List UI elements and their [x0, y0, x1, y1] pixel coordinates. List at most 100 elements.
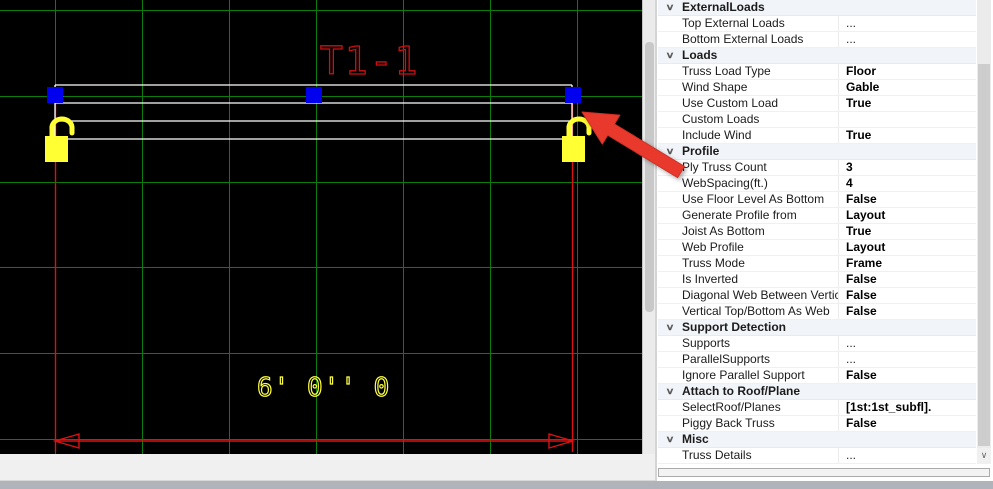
property-row[interactable]: Truss Mode Frame: [658, 256, 976, 272]
row-gutter: [653, 400, 687, 415]
property-value[interactable]: Layout: [838, 208, 976, 223]
property-value[interactable]: True: [838, 96, 976, 111]
property-value[interactable]: False: [838, 416, 976, 431]
category-row[interactable]: ∨ Profile: [658, 144, 976, 160]
lock-icon-right[interactable]: [562, 116, 592, 162]
property-row[interactable]: Supports...: [658, 336, 976, 352]
selection-handle-right[interactable]: [565, 87, 581, 103]
chevron-down-icon[interactable]: ∨: [653, 432, 687, 447]
property-name: Include Wind: [682, 128, 752, 142]
chevron-down-icon[interactable]: ∨: [653, 144, 687, 159]
property-row[interactable]: Custom Loads: [658, 112, 976, 128]
category-row[interactable]: ∨ Attach to Roof/Plane: [658, 384, 976, 400]
property-value[interactable]: Layout: [838, 240, 976, 255]
row-gutter: [653, 32, 687, 47]
panel-scrollbar[interactable]: ∨: [977, 0, 991, 464]
property-value[interactable]: ...: [838, 352, 976, 367]
property-name: Web Profile: [682, 240, 744, 254]
property-value[interactable]: ...: [838, 16, 976, 31]
property-name: Bottom External Loads: [682, 32, 804, 46]
property-row[interactable]: Top External Loads...: [658, 16, 976, 32]
property-row[interactable]: Bottom External Loads...: [658, 32, 976, 48]
property-value[interactable]: [1st:1st_subfl].: [838, 400, 976, 415]
panel-horizontal-scrollbar[interactable]: [658, 468, 990, 477]
property-name: Joist As Bottom: [682, 224, 765, 238]
cad-canvas[interactable]: T1-1 6' 0'' 0: [0, 0, 642, 454]
category-row[interactable]: ∨ ExternalLoads: [658, 0, 976, 16]
property-row[interactable]: Web Profile Layout: [658, 240, 976, 256]
property-grid-panel: ∨ ExternalLoads Top External Loads... Botto…: [655, 0, 993, 481]
property-row[interactable]: WebSpacing(ft.) 4: [658, 176, 976, 192]
property-name: Supports: [682, 336, 731, 350]
property-name: Generate Profile from: [682, 208, 797, 222]
property-row[interactable]: Diagonal Web Between Vertical False: [658, 288, 976, 304]
property-value[interactable]: True: [838, 224, 976, 239]
property-name: Truss Mode: [682, 256, 745, 270]
property-row[interactable]: Truss Details...: [658, 448, 976, 464]
row-gutter: [653, 256, 687, 271]
chevron-down-icon: ∨: [980, 450, 988, 460]
row-gutter: [653, 288, 687, 303]
category-name: Misc: [682, 432, 709, 446]
row-gutter: [653, 128, 687, 143]
property-value[interactable]: ...: [838, 336, 976, 351]
chevron-down-icon[interactable]: ∨: [653, 384, 687, 399]
selection-handle-left[interactable]: [47, 87, 63, 103]
row-gutter: [653, 80, 687, 95]
row-gutter: [653, 208, 687, 223]
property-row[interactable]: Wind Shape Gable: [658, 80, 976, 96]
category-row[interactable]: ∨ Support Detection: [658, 320, 976, 336]
property-value[interactable]: False: [838, 192, 976, 207]
property-value[interactable]: Frame: [838, 256, 976, 271]
category-name: Attach to Roof/Plane: [682, 384, 801, 398]
window-bottom-strip: [0, 481, 993, 489]
row-gutter: [653, 96, 687, 111]
property-row[interactable]: ParallelSupports...: [658, 352, 976, 368]
property-value[interactable]: False: [838, 288, 976, 303]
property-value[interactable]: False: [838, 368, 976, 383]
property-value[interactable]: 4: [838, 176, 976, 191]
selection-handles: [47, 87, 581, 103]
property-row[interactable]: Ply Truss Count 3: [658, 160, 976, 176]
panel-scrollbar-thumb[interactable]: [978, 64, 990, 446]
property-value[interactable]: True: [838, 128, 976, 143]
truss-label: T1-1: [320, 39, 420, 83]
property-row[interactable]: Include Wind True: [658, 128, 976, 144]
property-value[interactable]: ...: [838, 32, 976, 47]
property-value[interactable]: 3: [838, 160, 976, 175]
category-name: ExternalLoads: [682, 0, 765, 14]
property-value[interactable]: Floor: [838, 64, 976, 79]
property-grid-rows: ∨ ExternalLoads Top External Loads... Botto…: [658, 0, 976, 464]
row-gutter: [653, 176, 687, 191]
chevron-down-icon[interactable]: ∨: [653, 48, 687, 63]
property-row[interactable]: SelectRoof/Planes [1st:1st_subfl].: [658, 400, 976, 416]
row-gutter: [653, 16, 687, 31]
property-value[interactable]: [838, 112, 976, 127]
property-name: Piggy Back Truss: [682, 416, 775, 430]
chevron-down-icon[interactable]: ∨: [653, 0, 687, 15]
property-value[interactable]: False: [838, 304, 976, 319]
category-row[interactable]: ∨ Misc: [658, 432, 976, 448]
category-name: Profile: [682, 144, 720, 158]
property-row[interactable]: Vertical Top/Bottom As Web False: [658, 304, 976, 320]
property-row[interactable]: Use Floor Level As Bottom False: [658, 192, 976, 208]
category-row[interactable]: ∨ Loads: [658, 48, 976, 64]
property-value[interactable]: False: [838, 272, 976, 287]
property-row[interactable]: Truss Load Type Floor: [658, 64, 976, 80]
row-gutter: [653, 240, 687, 255]
category-name: Support Detection: [682, 320, 786, 334]
property-row[interactable]: Joist As Bottom True: [658, 224, 976, 240]
property-value[interactable]: Gable: [838, 80, 976, 95]
property-row[interactable]: Use Custom Load True: [658, 96, 976, 112]
row-gutter: [653, 272, 687, 287]
selection-handle-middle[interactable]: [306, 87, 322, 103]
lock-icon-left[interactable]: [45, 116, 75, 162]
property-value[interactable]: ...: [838, 448, 976, 463]
property-row[interactable]: Is Inverted False: [658, 272, 976, 288]
chevron-down-icon[interactable]: ∨: [653, 320, 687, 335]
property-row[interactable]: Generate Profile from Layout: [658, 208, 976, 224]
scroll-down-button[interactable]: ∨: [977, 448, 991, 464]
property-row[interactable]: Ignore Parallel Support False: [658, 368, 976, 384]
property-row[interactable]: Piggy Back Truss False: [658, 416, 976, 432]
canvas-bottom-margin: [0, 454, 657, 481]
